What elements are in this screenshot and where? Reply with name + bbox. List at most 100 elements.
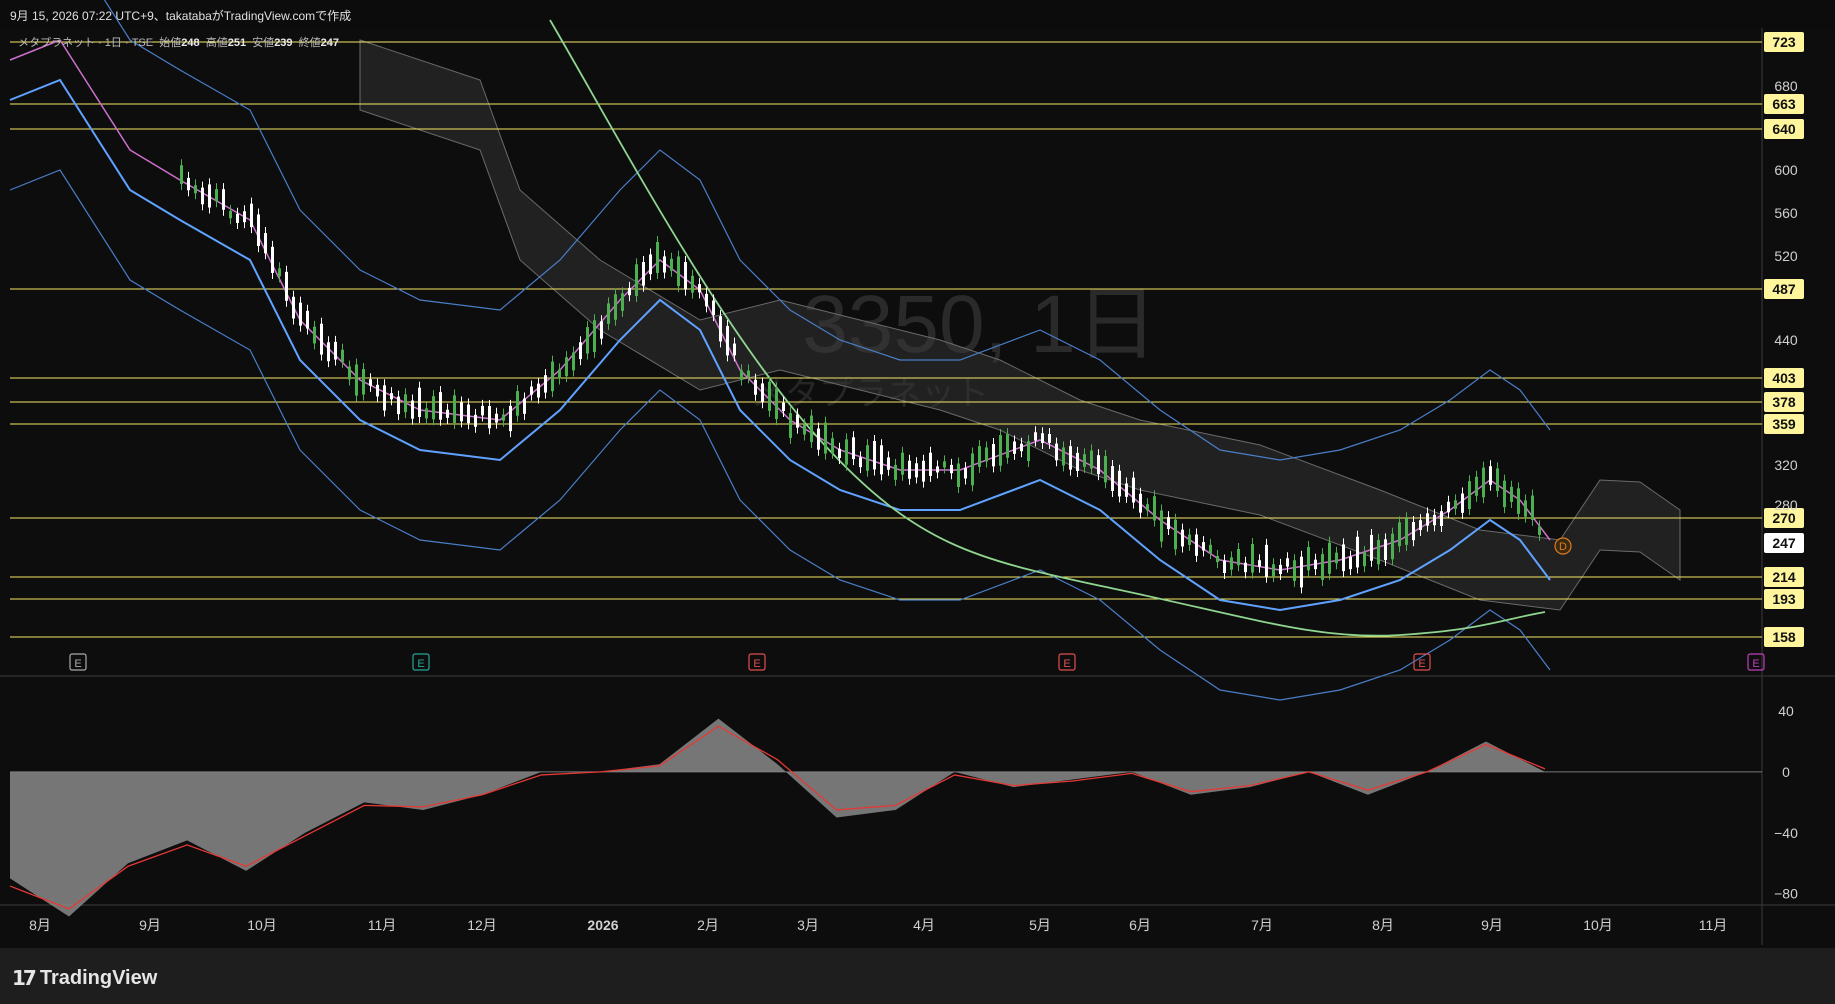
candle-body: [376, 384, 379, 397]
legend-open-label: 始値: [159, 37, 182, 49]
candle-body: [425, 408, 428, 419]
candle-body: [1237, 548, 1240, 566]
candle-body: [516, 391, 519, 416]
candle-body: [971, 453, 974, 486]
candle-body: [656, 242, 659, 273]
candle-body: [1307, 547, 1310, 571]
candle-body: [278, 268, 281, 277]
candle-body: [992, 443, 995, 467]
earnings-marker-label: E: [1752, 658, 1759, 670]
candle-body: [1230, 557, 1233, 570]
candle-body: [1321, 554, 1324, 580]
candle-body: [943, 461, 946, 468]
time-tick-label: 3月: [797, 917, 819, 933]
candle-body: [558, 369, 561, 379]
candle-body: [1041, 433, 1044, 443]
candle-body: [1097, 455, 1100, 475]
time-tick-label: 11月: [368, 917, 397, 933]
tradingview-logo-icon: 𝟭𝟳: [12, 968, 37, 990]
level-label: 487: [1772, 281, 1796, 297]
candle-body: [1440, 511, 1443, 527]
candle-body: [1461, 493, 1464, 513]
earnings-marker-label: E: [1418, 658, 1425, 670]
candle-body: [957, 463, 960, 487]
candle-body: [1517, 488, 1520, 514]
candle-body: [1433, 514, 1436, 526]
candle-body: [1335, 552, 1338, 564]
candle-body: [1188, 534, 1191, 545]
time-tick-label: 7月: [1251, 917, 1273, 933]
candle-body: [1181, 529, 1184, 547]
candle-body: [1034, 432, 1037, 441]
candle-body: [775, 388, 778, 420]
candle-body: [1328, 542, 1331, 574]
time-tick-label: 9月: [139, 917, 161, 933]
candle-body: [1153, 496, 1156, 521]
price-tick-label: 520: [1774, 248, 1798, 264]
candle-body: [635, 264, 638, 297]
candle-body: [292, 296, 295, 319]
candle-body: [306, 310, 309, 329]
candle-body: [677, 256, 680, 287]
candle-body: [495, 413, 498, 423]
candle-body: [481, 405, 484, 416]
time-tick-label: 5月: [1029, 917, 1051, 933]
candle-body: [1069, 446, 1072, 470]
candle-body: [936, 466, 939, 473]
candle-body: [313, 326, 316, 344]
time-tick-label: 8月: [29, 917, 51, 933]
price-tick-label: 680: [1774, 78, 1798, 94]
legend-close: 247: [320, 37, 340, 49]
candle-body: [341, 349, 344, 362]
candle-body: [264, 233, 267, 254]
candle-body: [369, 379, 372, 386]
candle-body: [761, 383, 764, 403]
legend-low-label: 安値: [252, 37, 275, 49]
candle-body: [782, 402, 785, 411]
candle-body: [838, 448, 841, 458]
bollinger-lower: [9, 169, 1551, 701]
candle-body: [1146, 504, 1149, 511]
candle-body: [1475, 476, 1478, 496]
candle-body: [1384, 539, 1387, 560]
candle-body: [740, 370, 743, 380]
price-tick-label: 320: [1774, 457, 1798, 473]
candle-body: [285, 271, 288, 301]
candle-body: [1489, 466, 1492, 485]
candle-body: [1405, 518, 1408, 545]
candle-body: [215, 189, 218, 202]
candle-body: [887, 457, 890, 470]
candle-body: [1503, 480, 1506, 508]
legend-exchange: TSE: [131, 37, 154, 49]
candle-body: [845, 439, 848, 465]
candle-body: [894, 464, 897, 480]
candle-body: [530, 386, 533, 395]
candle-body: [404, 394, 407, 413]
candle-body: [1349, 556, 1352, 570]
tradingview-logo[interactable]: 𝟭𝟳 TradingView: [12, 966, 157, 991]
candle-body: [1216, 556, 1219, 563]
candle-body: [1202, 542, 1205, 551]
candle-body: [789, 413, 792, 438]
candle-body: [908, 460, 911, 479]
candle-body: [243, 211, 246, 223]
candle-body: [950, 464, 953, 474]
candle-body: [1167, 517, 1170, 530]
time-tick-label: 11月: [1699, 917, 1728, 933]
candle-body: [1482, 467, 1485, 498]
oscillator-tick-label: −80: [1774, 886, 1798, 902]
time-tick-label: 10月: [247, 917, 277, 933]
price-tick-label: 280: [1774, 497, 1798, 513]
candle-body: [397, 396, 400, 415]
level-label: 193: [1772, 591, 1796, 607]
tradingview-brand: TradingView: [39, 967, 158, 989]
chart-canvas[interactable]: 3350, 1日メタプラネット7236636404874033783592702…: [0, 0, 1835, 1004]
candle-body: [334, 341, 337, 360]
candle-body: [320, 323, 323, 355]
candle-body: [1020, 443, 1023, 452]
legend: メタプラネット · 1日 · TSE 始値248 高値251 安値239 終値2…: [18, 37, 340, 49]
candle-body: [439, 392, 442, 420]
candle-body: [586, 327, 589, 354]
candle-body: [1223, 560, 1226, 574]
candle-body: [1496, 468, 1499, 491]
